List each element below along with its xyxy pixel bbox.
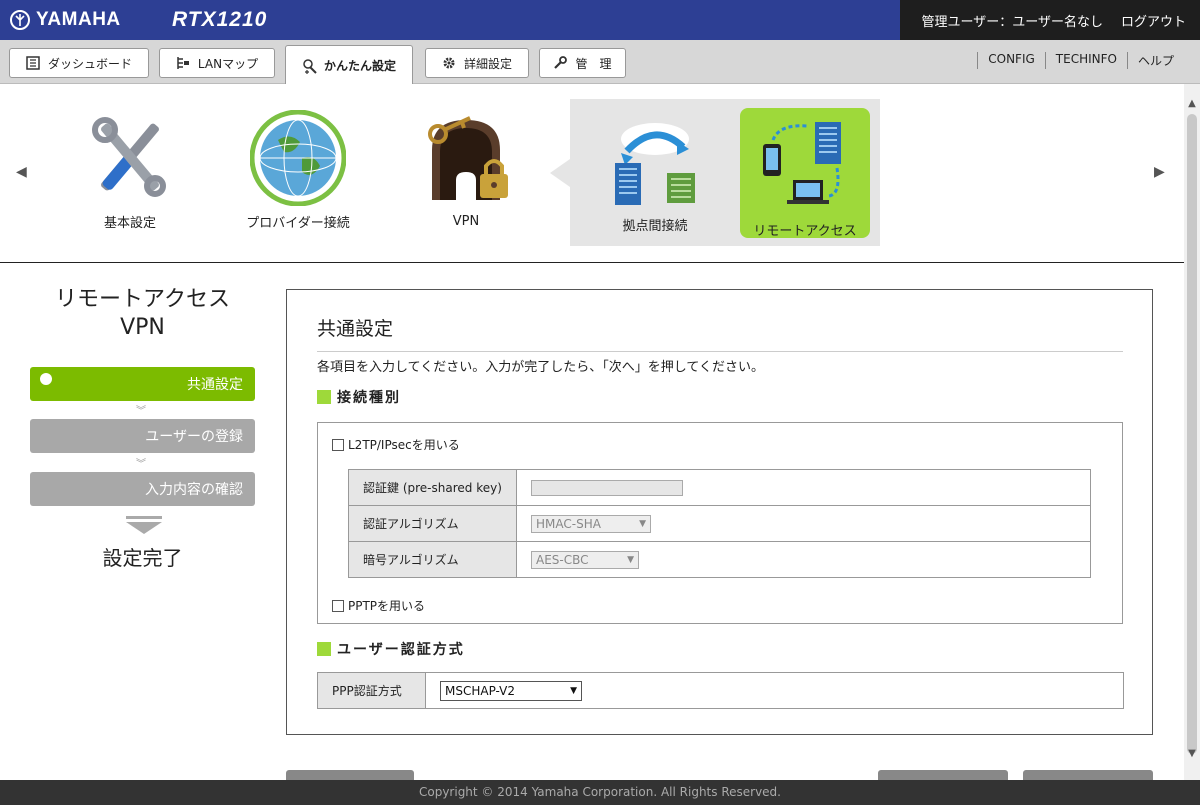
wizard-step-done: 設定完了 — [102, 546, 183, 570]
model-name: RTX1210 — [172, 8, 268, 31]
table-row: PPP認証方式 MSCHAP-V2 ▼ — [317, 672, 1124, 709]
wizard-title: リモートアクセス VPN — [55, 287, 230, 340]
yamaha-logo: YAMAHA — [10, 9, 121, 31]
chevron-down-icon: ▼ — [639, 518, 646, 529]
psk-label: 認証鍵 (pre-shared key) — [348, 469, 517, 506]
subcategory-site-to-site[interactable]: 拠点間接続 — [590, 111, 720, 237]
tab-management[interactable]: 管 理 — [539, 48, 626, 78]
section-connection-type: 接続種別 — [317, 387, 401, 407]
scroll-up-icon[interactable]: ▲ — [1184, 98, 1200, 109]
setup-category-carousel: ◀ ▶ 基本設定 プロバイダー接続 VPN 拠点間接続 リモートアクセス — [0, 84, 1184, 262]
gear-icon — [442, 56, 456, 70]
chevron-down-icon: ▼ — [627, 554, 634, 565]
wizard-step-confirm: 入力内容の確認 — [30, 472, 255, 506]
ipsec-settings-table: 認証鍵 (pre-shared key) 認証アルゴリズム HMAC-SHA ▼… — [348, 469, 1091, 578]
wizard-step-common-settings: 共通設定 — [30, 367, 255, 401]
auth-algorithm-label: 認証アルゴリズム — [348, 505, 517, 542]
subcategory-remote-access[interactable]: リモートアクセス — [740, 108, 870, 239]
copyright-footer: Copyright © 2014 Yamaha Corporation. All… — [0, 780, 1200, 805]
tab-bar: ダッシュボード LANマップ かんたん設定 詳細設定 管 理 CONFIG TE… — [0, 40, 1200, 85]
step-chevron-icon: ︾ — [136, 459, 146, 470]
tab-lan-map[interactable]: LANマップ — [159, 48, 275, 78]
logout-link[interactable]: ログアウト — [1121, 11, 1186, 30]
tuning-fork-icon — [10, 10, 30, 30]
top-header: YAMAHA RTX1210 管理ユーザー：ユーザー名なし ログアウト — [0, 0, 1200, 40]
globe-icon — [250, 110, 346, 206]
top-links: CONFIG TECHINFO ヘルプ — [977, 52, 1184, 69]
user-area: 管理ユーザー：ユーザー名なし ログアウト — [900, 0, 1200, 40]
table-row: 認証アルゴリズム HMAC-SHA ▼ — [348, 505, 1091, 542]
table-row: 認証鍵 (pre-shared key) — [348, 469, 1091, 506]
checkbox-icon[interactable] — [332, 599, 344, 612]
config-link[interactable]: CONFIG — [977, 52, 1045, 69]
encryption-algorithm-select[interactable]: AES-CBC ▼ — [531, 550, 639, 569]
wrench-icon — [553, 56, 568, 70]
ppp-auth-label: PPP認証方式 — [317, 672, 426, 709]
tab-easy-setup[interactable]: かんたん設定 — [285, 45, 413, 85]
scroll-down-icon[interactable]: ▼ — [1184, 748, 1200, 759]
panel-title: 共通設定 — [317, 314, 1123, 352]
tab-dashboard[interactable]: ダッシュボード — [9, 48, 149, 78]
checkbox-icon[interactable] — [332, 438, 344, 451]
tab-advanced-settings[interactable]: 詳細設定 — [425, 48, 529, 78]
pptp-checkbox[interactable]: PPTPを用いる — [332, 597, 425, 614]
psk-input[interactable] — [531, 479, 683, 496]
category-basic-settings[interactable]: 基本設定 — [80, 112, 180, 232]
wizard-step-user-registration: ユーザーの登録 — [30, 419, 255, 453]
pin-icon — [40, 373, 52, 385]
remote-access-icon — [763, 122, 841, 204]
site-to-site-icon — [615, 123, 695, 205]
carousel-next-icon[interactable]: ▶ — [1154, 164, 1165, 180]
step-chevron-icon: ︾ — [136, 406, 146, 417]
settings-panel: 共通設定 各項目を入力してください。入力が完了したら、「次へ」を押してください。… — [286, 289, 1153, 735]
carousel-prev-icon[interactable]: ◀ — [16, 164, 27, 180]
chevron-down-icon: ▼ — [570, 685, 577, 696]
user-status: 管理ユーザー：ユーザー名なし — [921, 14, 1103, 30]
lan-map-icon — [176, 56, 190, 70]
ppp-auth-table: PPP認証方式 MSCHAP-V2 ▼ — [317, 672, 1124, 709]
techinfo-link[interactable]: TECHINFO — [1044, 52, 1127, 69]
panel-description: 各項目を入力してください。入力が完了したら、「次へ」を押してください。 — [317, 360, 764, 375]
tools-icon — [92, 117, 166, 197]
section-divider — [0, 262, 1184, 263]
encryption-algorithm-label: 暗号アルゴリズム — [348, 541, 517, 578]
ppp-auth-select[interactable]: MSCHAP-V2 ▼ — [440, 680, 582, 701]
brand-name: YAMAHA — [36, 9, 121, 30]
section-marker-icon — [317, 390, 331, 404]
dashboard-icon — [26, 56, 40, 70]
category-provider-connection[interactable]: プロバイダー接続 — [238, 110, 358, 232]
table-row: 暗号アルゴリズム AES-CBC ▼ — [348, 541, 1091, 578]
step-down-arrow-icon — [126, 516, 162, 534]
vpn-keys-icon — [428, 116, 508, 200]
vpn-subcategory-panel: 拠点間接続 リモートアクセス — [550, 99, 880, 246]
wand-icon — [302, 58, 317, 74]
l2tp-checkbox[interactable]: L2TP/IPsecを用いる — [332, 436, 460, 453]
auth-algorithm-select[interactable]: HMAC-SHA ▼ — [531, 514, 651, 533]
scroll-thumb[interactable] — [1187, 114, 1197, 754]
connection-type-box: L2TP/IPsecを用いる 認証鍵 (pre-shared key) 認証アル… — [317, 422, 1123, 624]
section-marker-icon — [317, 642, 331, 656]
help-link[interactable]: ヘルプ — [1126, 52, 1184, 69]
page-scrollbar[interactable]: ▲ ▼ — [1184, 84, 1200, 780]
section-user-auth: ユーザー認証方式 — [317, 639, 465, 659]
category-vpn[interactable]: VPN — [416, 110, 516, 232]
